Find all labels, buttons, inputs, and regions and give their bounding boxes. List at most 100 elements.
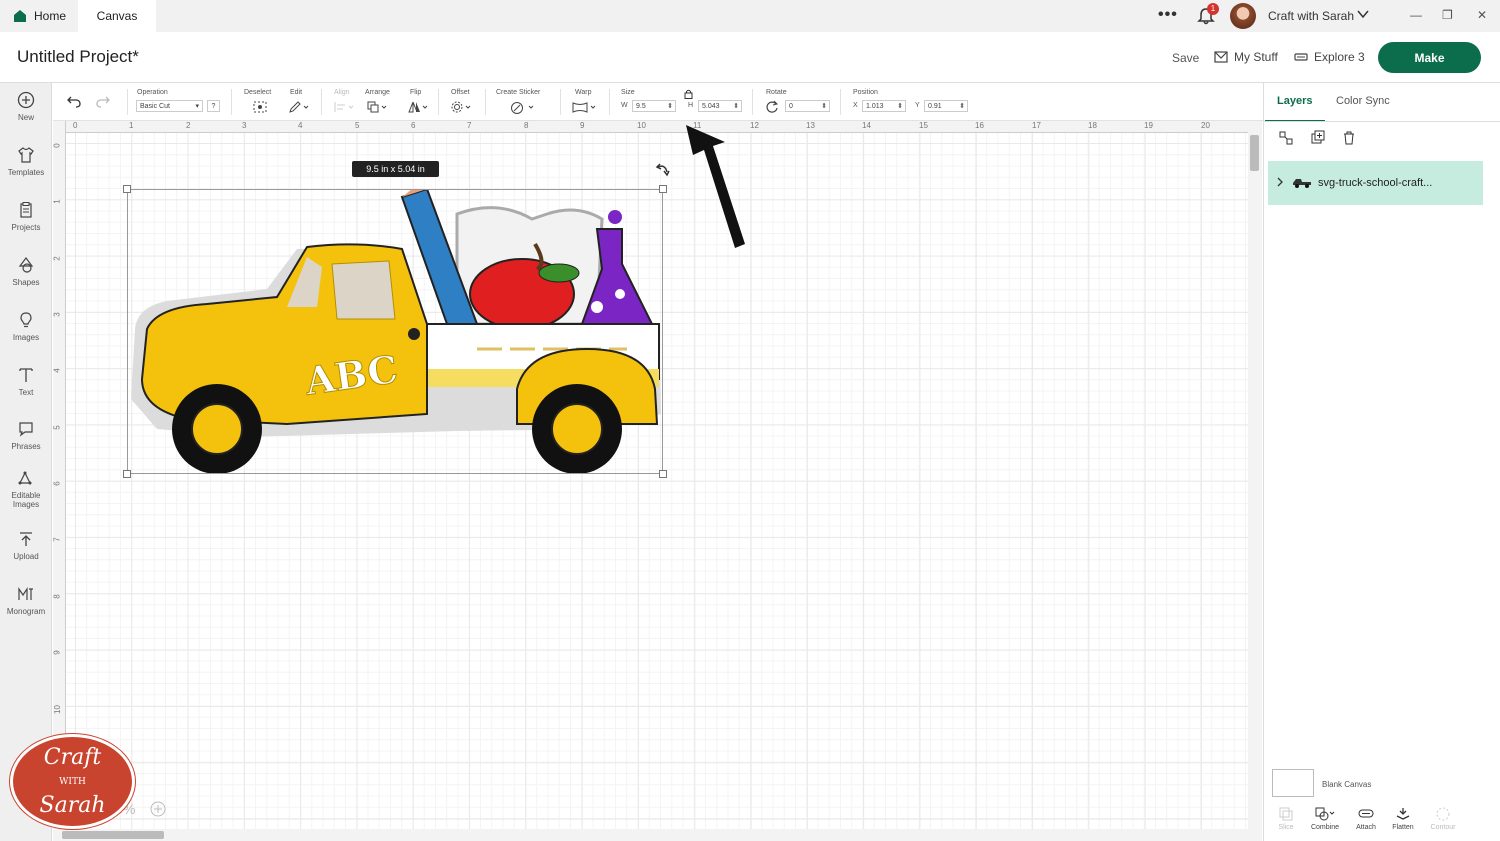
resize-handle-top-right[interactable]: [659, 185, 667, 193]
ruler-tick-label: 0: [52, 143, 62, 148]
sidebar-item-text[interactable]: Text: [0, 366, 52, 397]
width-label: W: [621, 102, 628, 109]
flip-label: Flip: [410, 89, 422, 96]
tab-home[interactable]: Home: [0, 0, 78, 32]
rotate-handle-icon[interactable]: [655, 162, 671, 178]
duplicate-icon[interactable]: [1310, 130, 1326, 146]
sidebar-item-projects[interactable]: Projects: [0, 201, 52, 232]
tab-color-sync[interactable]: Color Sync: [1336, 95, 1390, 107]
divider: [560, 89, 561, 115]
flatten-label: Flatten: [1392, 824, 1414, 831]
lock-icon[interactable]: [684, 89, 693, 99]
position-label: Position: [853, 89, 878, 96]
redo-icon[interactable]: [95, 95, 111, 109]
operation-select[interactable]: Basic Cut ▾: [136, 100, 203, 112]
vertical-scrollbar[interactable]: [1248, 121, 1262, 829]
flip-icon[interactable]: [407, 100, 429, 114]
project-title[interactable]: Untitled Project*: [17, 47, 139, 67]
tab-layers[interactable]: Layers: [1277, 95, 1312, 107]
chevron-right-icon[interactable]: [1276, 177, 1284, 187]
help-icon: ?: [211, 102, 216, 110]
stepper-icon: ⬍: [821, 103, 827, 110]
minimize-button[interactable]: —: [1410, 8, 1422, 22]
ruler-tick-label: 5: [52, 425, 62, 430]
sidebar-item-monogram[interactable]: Monogram: [0, 585, 52, 616]
undo-icon[interactable]: [66, 95, 82, 109]
my-stuff-button[interactable]: My Stuff: [1214, 50, 1278, 64]
ruler-tick-label: 6: [52, 481, 62, 486]
operation-value: Basic Cut: [140, 102, 170, 110]
resize-handle-bottom-right[interactable]: [659, 470, 667, 478]
divider: [609, 89, 610, 115]
position-x-input[interactable]: 1.013 ⬍: [862, 100, 906, 112]
position-y-input[interactable]: 0.91 ⬍: [924, 100, 968, 112]
chevron-down-icon[interactable]: [1357, 8, 1369, 20]
y-label: Y: [915, 102, 920, 109]
sidebar-item-editable-images[interactable]: Editable Images: [0, 469, 52, 509]
account-name[interactable]: Craft with Sarah: [1268, 9, 1354, 23]
tab-home-label: Home: [34, 9, 67, 23]
selection-box[interactable]: [123, 185, 667, 478]
ruler-tick-label: 2: [186, 121, 191, 130]
group-icon[interactable]: [1278, 130, 1294, 146]
machine-selector[interactable]: Explore 3: [1294, 50, 1365, 64]
resize-handle-bottom-left[interactable]: [123, 470, 131, 478]
contour-icon: [1436, 807, 1450, 821]
edit-pen-icon[interactable]: [288, 100, 310, 114]
vertical-scroll-thumb[interactable]: [1250, 135, 1259, 171]
rotate-icon: [766, 100, 778, 113]
divider: [840, 89, 841, 115]
attach-label: Attach: [1356, 824, 1376, 831]
home-icon: [14, 10, 26, 22]
sidebar-item-phrases[interactable]: Phrases: [0, 420, 52, 451]
tab-canvas[interactable]: Canvas: [78, 0, 156, 32]
sidebar-item-shapes[interactable]: Shapes: [0, 256, 52, 287]
horizontal-scrollbar[interactable]: [53, 829, 1262, 841]
height-input[interactable]: 5.043 ⬍: [698, 100, 742, 112]
width-input[interactable]: 9.5 ⬍: [632, 100, 676, 112]
save-button[interactable]: Save: [1172, 51, 1199, 65]
sidebar-item-label: Projects: [11, 223, 41, 232]
operation-help-button[interactable]: ?: [207, 100, 220, 112]
flatten-button[interactable]: Flatten: [1383, 806, 1423, 831]
sidebar-item-label: New: [17, 113, 34, 122]
ruler-tick-label: 13: [806, 121, 815, 130]
deselect-icon[interactable]: [252, 100, 268, 114]
shirt-icon: [18, 147, 34, 163]
combine-label: Combine: [1310, 824, 1339, 831]
horizontal-scroll-thumb[interactable]: [62, 831, 164, 839]
close-button[interactable]: ✕: [1477, 8, 1487, 22]
sidebar-item-new[interactable]: New: [0, 91, 52, 122]
offset-icon[interactable]: [450, 100, 472, 114]
sidebar-item-images[interactable]: Images: [0, 311, 52, 342]
sidebar-item-upload[interactable]: Upload: [0, 530, 52, 561]
ruler-vertical: 0 1 2 3 4 5 6 7 8 9 10: [53, 121, 66, 829]
slice-label: Slice: [1278, 824, 1294, 831]
height-value: 5.043: [702, 102, 720, 110]
warp-label: Warp: [575, 89, 592, 96]
slice-button[interactable]: Slice: [1266, 806, 1306, 831]
deselect-label: Deselect: [244, 89, 272, 96]
zoom-in-icon[interactable]: [150, 801, 166, 817]
contour-button[interactable]: Contour: [1423, 806, 1463, 831]
ruler-tick-label: 7: [52, 537, 62, 542]
sidebar-item-label: Monogram: [6, 607, 46, 616]
combine-button[interactable]: Combine: [1305, 806, 1345, 831]
sidebar-item-templates[interactable]: Templates: [0, 146, 52, 177]
attach-button[interactable]: Attach: [1346, 806, 1386, 831]
rotate-input[interactable]: 0 ⬍: [785, 100, 830, 112]
trash-icon[interactable]: [1341, 130, 1357, 146]
avatar[interactable]: [1230, 3, 1256, 29]
sidebar-item-label: Editable Images: [11, 491, 41, 509]
blank-canvas-swatch[interactable]: [1272, 769, 1314, 797]
more-options-button[interactable]: •••: [1158, 6, 1178, 24]
align-icon[interactable]: [333, 100, 355, 114]
resize-handle-top-left[interactable]: [123, 185, 131, 193]
arrange-icon[interactable]: [366, 100, 388, 114]
stepper-icon: ⬍: [733, 103, 739, 110]
warp-icon[interactable]: [571, 100, 599, 114]
create-sticker-icon[interactable]: [509, 100, 535, 114]
restore-button[interactable]: ❐: [1442, 8, 1453, 22]
make-button[interactable]: Make: [1378, 42, 1481, 73]
rotate-value: 0: [789, 102, 793, 110]
